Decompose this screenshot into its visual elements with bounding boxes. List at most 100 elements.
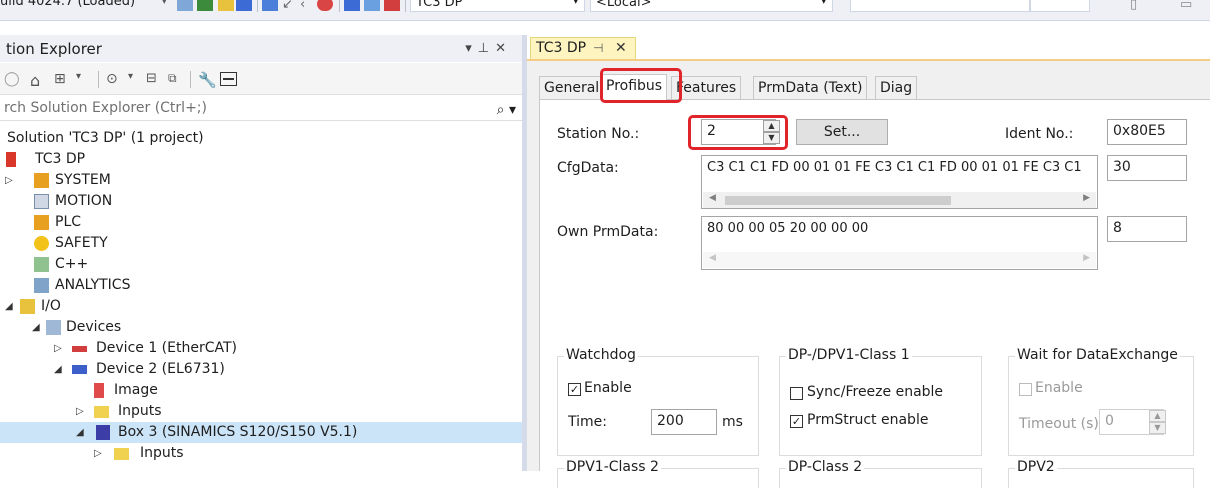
tree-item-safety[interactable]: SAFETY [0,233,522,254]
pin-icon[interactable]: ⊣ [593,38,603,59]
collapse-arrow-icon[interactable]: ◢ [5,296,15,317]
search-combo[interactable] [850,0,1030,12]
search-input[interactable]: rch Solution Explorer (Ctrl+;) ⌕ ▾ [0,96,522,121]
tree-item-devices[interactable]: ◢ Devices [0,317,522,338]
tab-label: Diag [880,80,913,96]
scroll-right-icon[interactable]: ▶ [1083,253,1090,263]
wait-dataexchange-title: Wait for DataExchange [1015,347,1180,363]
forward-icon[interactable]: ◯ [4,71,21,88]
io-icon [20,299,35,314]
tree-item-box-inputs[interactable]: ▷ Inputs [0,443,522,464]
tab-label: PrmData (Text) [758,80,863,96]
dropdown-arrow-icon[interactable]: ▾ [162,0,178,11]
tree-item-device-2[interactable]: ◢ Device 2 (EL6731) [0,359,522,380]
tab-label: Features [676,80,737,96]
document-tab[interactable]: TC3 DP ⊣ ✕ [530,37,636,59]
prmdata-scrollbar[interactable]: ◀ ▶ [703,252,1096,268]
dropdown-arrow-icon[interactable]: ▾ [465,41,478,56]
tree-item-inputs[interactable]: ▷ Inputs [0,401,522,422]
tree-item-system[interactable]: ▷ SYSTEM [0,170,522,191]
cfgdata-label: CfgData: [557,160,619,176]
sync-freeze-checkbox[interactable] [790,387,803,400]
home-icon[interactable]: ⌂ [30,71,47,90]
set-button[interactable]: Set... [796,119,888,145]
toolbar-extra-icon[interactable]: ▭ [1180,0,1196,12]
profibus-device-icon [72,365,87,374]
toolbar-run-icon[interactable] [197,0,213,11]
spin-down-icon[interactable]: ▼ [1149,422,1166,434]
wait-enable-checkbox[interactable] [1019,383,1032,396]
spin-up-icon[interactable]: ▲ [1149,410,1166,422]
tab-prmdata-text[interactable]: PrmData (Text) [753,76,868,100]
chevron-down-icon[interactable]: ▾ [76,71,93,88]
close-icon[interactable]: ✕ [615,38,627,59]
scroll-right-icon[interactable]: ▶ [1083,193,1090,203]
tab-general[interactable]: General [539,76,605,100]
tree-item-project[interactable]: TC3 DP [0,149,522,170]
project-combo[interactable]: TC3 DP ▾ [410,0,585,12]
toolbar-free-run-icon[interactable] [364,0,380,11]
switch-views-icon[interactable]: ⊞ [54,71,71,88]
toolbar-config-icon[interactable] [218,0,234,11]
target-combo[interactable]: <Local> ▾ [590,0,833,12]
search-icon[interactable]: ⌕ ▾ [497,98,516,123]
tree-item-label: C++ [55,256,89,272]
collapse-arrow-icon[interactable]: ◢ [32,317,42,338]
tree-item-image[interactable]: Image [0,380,522,401]
chevron-down-icon[interactable]: ▾ [128,71,145,88]
collapse-arrow-icon[interactable]: ◢ [54,359,64,380]
timeout-label: Timeout (s): [1019,416,1104,432]
toolbar-redo-icon[interactable]: ‹ [300,0,316,12]
system-icon [34,173,49,188]
toolbar-login-icon[interactable] [262,0,278,11]
watchdog-time-unit: ms [722,414,743,430]
tree-item-cpp[interactable]: C++ [0,254,522,275]
toolbar-activate-icon[interactable] [177,0,193,11]
watchdog-enable-checkbox[interactable]: ✓ [568,383,581,396]
toolbar-target-icon[interactable] [236,0,252,11]
ident-number-field[interactable]: 0x80E5 [1107,119,1187,145]
close-icon[interactable]: ✕ [495,41,512,56]
tab-diag[interactable]: Diag [875,76,918,100]
expand-arrow-icon[interactable]: ▷ [94,443,104,464]
image-icon [94,383,104,398]
toolbar-stop-icon[interactable] [317,0,333,11]
expand-arrow-icon[interactable]: ▷ [76,401,86,422]
properties-icon[interactable]: 🔧 [198,71,217,89]
toolbar-scan-icon[interactable] [344,0,360,11]
cpp-icon [34,257,49,272]
tree-item-device-1[interactable]: ▷ Device 1 (EtherCAT) [0,338,522,359]
tree-item-plc[interactable]: PLC [0,212,522,233]
scroll-left-icon[interactable]: ◀ [709,253,716,263]
tree-item-analytics[interactable]: ANALYTICS [0,275,522,296]
wait-enable-label: Enable [1035,380,1083,396]
tree-item-motion[interactable]: MOTION [0,191,522,212]
prmstruct-checkbox[interactable]: ✓ [790,415,803,428]
prmdata-length-field[interactable]: 8 [1107,216,1187,242]
expand-arrow-icon[interactable]: ▷ [54,338,64,359]
scroll-left-icon[interactable]: ◀ [709,193,716,203]
cfgdata-length-field[interactable]: 30 [1107,155,1187,181]
expand-arrow-icon[interactable]: ▷ [5,170,15,191]
toolbar-extra-icon[interactable]: ▯ [1130,0,1146,12]
collapse-all-icon[interactable]: ⊟ [146,71,163,88]
toolbar-undo-icon[interactable]: ↙ [282,0,298,12]
config-combo[interactable] [1030,0,1090,12]
cfgdata-scrollbar[interactable]: ◀ ▶ [703,192,1096,208]
preview-icon[interactable] [220,72,237,86]
timeout-value: 0 [1105,413,1114,429]
toolbar-clear-icon[interactable] [384,0,400,11]
explorer-toolbar: ◯ ⌂ ⊞ ▾ ⊙ ▾ ⊟ ⧉ 🔧 [0,63,522,95]
prmdata-length-value: 8 [1113,220,1122,236]
scroll-thumb[interactable] [725,196,951,205]
pin-icon[interactable]: ⊥ [478,41,495,56]
collapse-arrow-icon[interactable]: ◢ [76,422,86,443]
tree-item-box-3[interactable]: ◢ Box 3 (SINAMICS S120/S150 V5.1) [0,422,522,443]
cfgdata-length-value: 30 [1113,159,1131,175]
show-all-files-icon[interactable]: ⧉ [168,71,185,88]
tree-item-solution[interactable]: Solution 'TC3 DP' (1 project) [0,128,522,149]
watchdog-time-input[interactable]: 200 [651,409,717,435]
watchdog-title: Watchdog [564,347,638,363]
tree-item-io[interactable]: ◢ I/O [0,296,522,317]
pending-changes-icon[interactable]: ⊙ [106,71,123,88]
